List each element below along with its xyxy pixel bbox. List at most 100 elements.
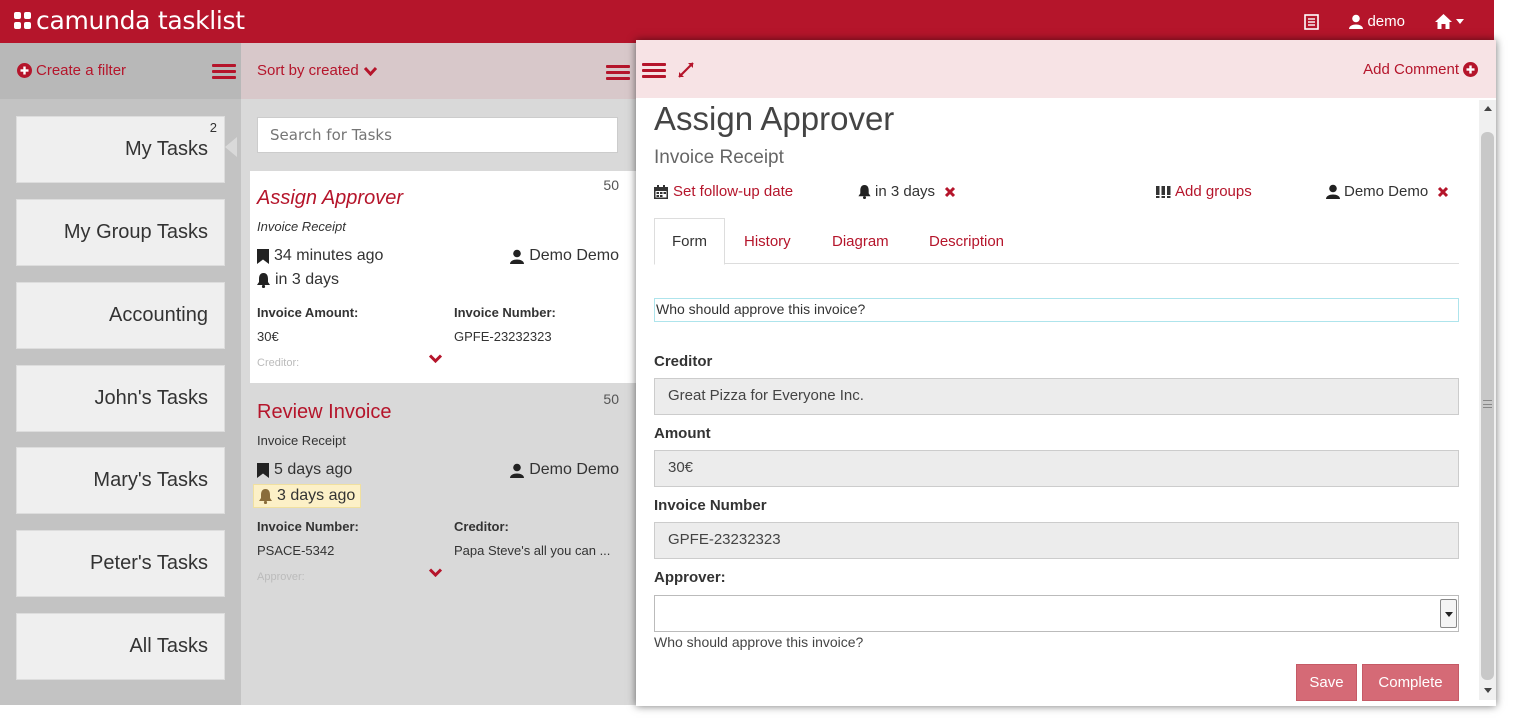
task-title: Assign Approver	[654, 100, 895, 137]
task-created: 34 minutes ago	[257, 247, 383, 265]
invoice-number-field[interactable]: GPFE-23232323	[654, 522, 1459, 559]
detail-assignee[interactable]: Demo Demo	[1326, 183, 1449, 200]
filter-johns-tasks[interactable]: John's Tasks	[16, 365, 225, 432]
complete-button[interactable]: Complete	[1362, 664, 1459, 701]
chevron-down-icon	[363, 66, 377, 76]
filter-my-group-tasks[interactable]: My Group Tasks	[16, 199, 225, 266]
invoice-number-label: Invoice Number	[654, 497, 767, 514]
task-process-name: Invoice Receipt	[654, 147, 784, 168]
task-due: in 3 days	[257, 271, 339, 289]
plus-circle-icon	[17, 63, 32, 78]
task-detail-header: Add Comment	[636, 40, 1496, 98]
task-created-text: 34 minutes ago	[274, 247, 384, 264]
task-card[interactable]: 50 Review Invoice Invoice Receipt 5 days…	[250, 385, 636, 597]
tab-description[interactable]: Description	[912, 218, 1021, 265]
expand-chevron-icon[interactable]	[429, 354, 442, 363]
filters-header: Create a filter	[0, 43, 241, 99]
filters-menu-icon[interactable]	[212, 64, 236, 80]
scroll-up-arrow-icon[interactable]	[1484, 106, 1492, 111]
task-variable-value: 30€	[257, 329, 279, 344]
tasklist-app: camunda tasklist demo Create a filter My…	[0, 0, 1513, 722]
task-process-name: Invoice Receipt	[257, 219, 346, 234]
filter-peters-tasks[interactable]: Peter's Tasks	[16, 530, 225, 597]
due-date[interactable]: in 3 days	[858, 183, 956, 200]
filter-accounting[interactable]: Accounting	[16, 282, 225, 349]
task-assignee-name: Demo Demo	[529, 247, 619, 264]
task-variable-label: Invoice Amount:	[257, 305, 359, 320]
list-icon	[1304, 13, 1320, 30]
task-assignee[interactable]: Demo Demo	[510, 247, 619, 265]
add-comment-button[interactable]: Add Comment	[1363, 61, 1478, 78]
search-input[interactable]	[257, 117, 618, 153]
task-variable-label: Invoice Number:	[454, 305, 556, 320]
task-list-button[interactable]	[1304, 13, 1320, 30]
expand-chevron-icon[interactable]	[429, 568, 442, 577]
create-filter-button[interactable]: Create a filter	[17, 62, 126, 79]
task-variable-label-faded: Approver:	[257, 571, 305, 583]
bell-icon	[257, 272, 270, 288]
task-assignee[interactable]: Demo Demo	[510, 461, 619, 479]
assignee-name: Demo Demo	[1344, 183, 1429, 200]
remove-x-icon[interactable]	[944, 186, 956, 198]
approver-select[interactable]	[654, 595, 1459, 632]
approver-label: Approver:	[654, 569, 726, 586]
caret-down-icon	[1456, 19, 1464, 24]
task-overdue-badge: 3 days ago	[253, 484, 362, 508]
task-title-link[interactable]: Review Invoice	[257, 401, 392, 424]
follow-up-label: Set follow-up date	[673, 183, 794, 200]
detail-menu-icon[interactable]	[642, 63, 666, 79]
bookmark-icon	[257, 248, 269, 264]
tab-diagram[interactable]: Diagram	[815, 218, 906, 265]
set-follow-up-date-button[interactable]: Set follow-up date	[654, 183, 793, 200]
task-variable-label: Invoice Number:	[257, 519, 359, 534]
filter-count: 2	[209, 120, 217, 135]
brand[interactable]: camunda tasklist	[14, 6, 245, 35]
detail-scrollbar[interactable]	[1479, 100, 1496, 700]
sort-label: Sort by created	[257, 62, 359, 79]
brand-name: camunda tasklist	[36, 6, 245, 35]
task-list-header: Sort by created	[241, 43, 636, 99]
user-icon	[1349, 14, 1364, 29]
tab-form[interactable]: Form	[654, 218, 725, 265]
task-priority: 50	[603, 391, 619, 407]
dropdown-arrow-icon[interactable]	[1440, 599, 1457, 628]
task-list-menu-icon[interactable]	[606, 65, 630, 81]
filter-label: Mary's Tasks	[93, 469, 208, 491]
filter-my-tasks[interactable]: My Tasks 2	[16, 116, 225, 183]
tab-history[interactable]: History	[727, 218, 808, 265]
scroll-down-arrow-icon[interactable]	[1484, 688, 1492, 693]
remove-x-icon[interactable]	[1437, 186, 1449, 198]
task-detail-panel: Add Comment Assign Approver Invoice Rece…	[636, 40, 1496, 706]
task-created: 5 days ago	[257, 461, 352, 479]
home-menu[interactable]	[1435, 14, 1464, 29]
user-icon	[1326, 184, 1340, 199]
add-groups-label: Add groups	[1175, 183, 1252, 200]
task-created-text: 5 days ago	[274, 461, 353, 478]
task-variable-value: Papa Steve's all you can ...	[454, 543, 611, 558]
creditor-field[interactable]: Great Pizza for Everyone Inc.	[654, 378, 1459, 415]
plus-circle-icon	[1463, 62, 1478, 77]
bell-icon	[259, 488, 272, 504]
user-name: demo	[1367, 13, 1405, 30]
task-assignee-name: Demo Demo	[529, 461, 619, 478]
task-title-link[interactable]: Assign Approver	[257, 187, 403, 210]
filter-label: Peter's Tasks	[90, 552, 208, 574]
form-help-text: Who should approve this invoice?	[654, 298, 1459, 322]
save-button[interactable]: Save	[1296, 664, 1357, 701]
creditor-label: Creditor	[654, 353, 713, 370]
expand-icon[interactable]	[678, 62, 694, 78]
filters-panel: Create a filter My Tasks 2 My Group Task…	[0, 43, 241, 705]
add-groups-button[interactable]: Add groups	[1156, 183, 1252, 200]
filter-all-tasks[interactable]: All Tasks	[16, 613, 225, 680]
amount-field[interactable]: 30€	[654, 450, 1459, 487]
amount-label: Amount	[654, 425, 711, 442]
bell-icon	[858, 184, 871, 199]
filter-marys-tasks[interactable]: Mary's Tasks	[16, 447, 225, 514]
task-variable-value: PSACE-5342	[257, 543, 335, 558]
task-card[interactable]: 50 Assign Approver Invoice Receipt 34 mi…	[250, 171, 636, 383]
task-due-text: 3 days ago	[277, 487, 356, 504]
scroll-grip-icon	[1483, 400, 1492, 408]
user-menu[interactable]: demo	[1349, 13, 1405, 30]
sort-dropdown[interactable]: Sort by created	[257, 62, 377, 79]
filter-label: Accounting	[109, 304, 208, 326]
